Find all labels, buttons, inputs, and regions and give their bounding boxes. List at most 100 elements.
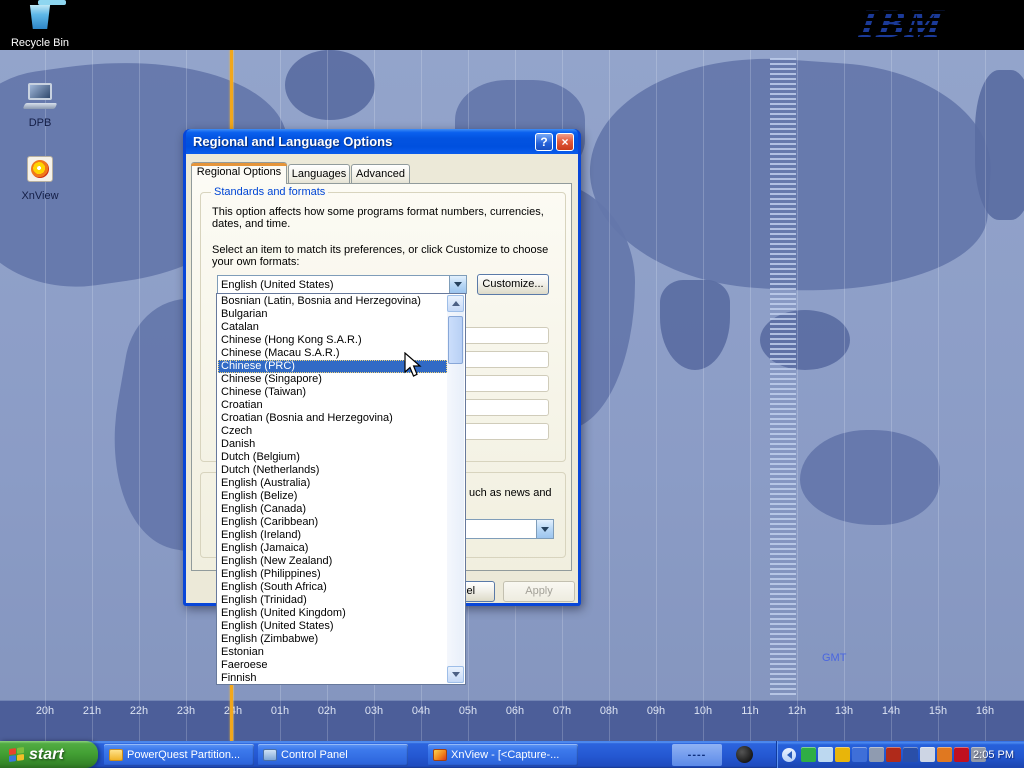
taskbar-task[interactable]: Control Panel <box>258 744 408 766</box>
chevron-down-icon[interactable] <box>536 520 553 538</box>
language-option[interactable]: English (Canada) <box>218 503 447 516</box>
start-button[interactable]: start <box>0 741 98 768</box>
tab-languages[interactable]: Languages <box>288 164 350 184</box>
language-list: Bosnian (Latin, Bosnia and Herzegovina)B… <box>218 295 447 683</box>
language-option[interactable]: English (Caribbean) <box>218 516 447 529</box>
language-option[interactable]: English (United States) <box>218 620 447 633</box>
control-panel-icon <box>263 749 277 761</box>
dialog-title: Regional and Language Options <box>193 134 532 149</box>
taskbar: start PowerQuest Partition... Control Pan… <box>0 741 1024 768</box>
tab-advanced[interactable]: Advanced <box>351 164 410 184</box>
language-option[interactable]: English (Ireland) <box>218 529 447 542</box>
tray-icon[interactable] <box>954 747 969 762</box>
scroll-up-button[interactable] <box>447 295 464 312</box>
timezone-label: 02h <box>313 705 341 717</box>
timezone-gridline <box>45 50 46 741</box>
timezone-label: 12h <box>783 705 811 717</box>
language-option[interactable]: Bosnian (Latin, Bosnia and Herzegovina) <box>218 295 447 308</box>
dialog-titlebar[interactable]: Regional and Language Options ? × <box>186 129 578 154</box>
tray-icon[interactable] <box>818 747 833 762</box>
tray-icon[interactable] <box>920 747 935 762</box>
windows-flag-icon <box>9 747 24 762</box>
language-option[interactable]: Estonian <box>218 646 447 659</box>
language-option[interactable]: English (South Africa) <box>218 581 447 594</box>
taskbar-toolbar[interactable]: ---- <box>672 744 722 766</box>
task-label: XnView - [<Capture-... <box>451 749 559 761</box>
timezone-label: 07h <box>548 705 576 717</box>
task-label: PowerQuest Partition... <box>127 749 240 761</box>
dropdown-scrollbar[interactable] <box>447 295 464 683</box>
language-option[interactable]: English (New Zealand) <box>218 555 447 568</box>
desktop-icon-dpb[interactable]: DPB <box>10 83 70 129</box>
taskbar-task[interactable]: PowerQuest Partition... <box>104 744 254 766</box>
timezone-gridline <box>750 50 751 741</box>
timezone-label: 05h <box>454 705 482 717</box>
language-option[interactable]: Chinese (Taiwan) <box>218 386 447 399</box>
timezone-label: 08h <box>595 705 623 717</box>
timezone-label: 21h <box>78 705 106 717</box>
ibm-logo: IBM <box>857 0 948 50</box>
language-option[interactable]: English (United Kingdom) <box>218 607 447 620</box>
language-option[interactable]: Danish <box>218 438 447 451</box>
tray-icon[interactable] <box>852 747 867 762</box>
language-option[interactable]: English (Belize) <box>218 490 447 503</box>
language-option[interactable]: Finnish <box>218 672 447 683</box>
language-option[interactable]: Chinese (Singapore) <box>218 373 447 386</box>
language-option[interactable]: Catalan <box>218 321 447 334</box>
taskbar-tool-icon[interactable] <box>736 746 753 763</box>
system-tray: 2:05 PM <box>776 741 1024 768</box>
timezone-label: 15h <box>924 705 952 717</box>
language-option[interactable]: Dutch (Belgium) <box>218 451 447 464</box>
timezone-label: 14h <box>877 705 905 717</box>
language-option[interactable]: Dutch (Netherlands) <box>218 464 447 477</box>
tray-icon[interactable] <box>886 747 901 762</box>
icon-label: XnView <box>10 190 70 202</box>
language-option[interactable]: Chinese (PRC) <box>218 360 447 373</box>
chevron-down-icon[interactable] <box>449 276 466 293</box>
language-option[interactable]: Bulgarian <box>218 308 447 321</box>
customize-button[interactable]: Customize... <box>477 274 549 295</box>
timezone-gridline <box>139 50 140 741</box>
language-option[interactable]: English (Australia) <box>218 477 447 490</box>
tray-icons <box>801 747 986 762</box>
timezone-label: 24h <box>219 705 247 717</box>
language-option[interactable]: Croatian (Bosnia and Herzegovina) <box>218 412 447 425</box>
format-select[interactable]: English (United States) <box>217 275 467 294</box>
scrollbar-thumb[interactable] <box>448 316 463 364</box>
taskbar-task[interactable]: XnView - [<Capture-... <box>428 744 578 766</box>
timezone-gridline <box>656 50 657 741</box>
timezone-gridline <box>92 50 93 741</box>
task-label: Control Panel <box>281 749 348 761</box>
tray-icon[interactable] <box>903 747 918 762</box>
tray-icon[interactable] <box>801 747 816 762</box>
scroll-down-button[interactable] <box>447 666 464 683</box>
close-button[interactable]: × <box>556 133 574 151</box>
tab-regional-options[interactable]: Regional Options <box>191 162 287 184</box>
taskbar-clock: 2:05 PM <box>973 741 1014 768</box>
timezone-gridline <box>797 50 798 741</box>
tray-icon[interactable] <box>937 747 952 762</box>
desktop-icon-recycle-bin[interactable]: Recycle Bin <box>10 5 70 49</box>
language-option[interactable]: Croatian <box>218 399 447 412</box>
language-option[interactable]: English (Jamaica) <box>218 542 447 555</box>
language-option[interactable]: Chinese (Macau S.A.R.) <box>218 347 447 360</box>
standards-description: This option affects how some programs fo… <box>212 206 554 230</box>
language-option[interactable]: English (Philippines) <box>218 568 447 581</box>
help-button[interactable]: ? <box>535 133 553 151</box>
tray-icon[interactable] <box>869 747 884 762</box>
desktop: 20h21h22h23h24h01h02h03h04h05h06h07h08h0… <box>0 0 1024 768</box>
xnview-app-icon <box>27 156 53 182</box>
timezone-label: 20h <box>31 705 59 717</box>
language-option[interactable]: Chinese (Hong Kong S.A.R.) <box>218 334 447 347</box>
timezone-label: 22h <box>125 705 153 717</box>
group-caption: Standards and formats <box>211 186 328 198</box>
timezone-label: 23h <box>172 705 200 717</box>
language-option[interactable]: English (Trinidad) <box>218 594 447 607</box>
timezone-label: 03h <box>360 705 388 717</box>
language-option[interactable]: Czech <box>218 425 447 438</box>
language-option[interactable]: Faeroese <box>218 659 447 672</box>
language-option[interactable]: English (Zimbabwe) <box>218 633 447 646</box>
tray-icon[interactable] <box>835 747 850 762</box>
tray-collapse-button[interactable] <box>782 748 796 762</box>
desktop-icon-xnview[interactable]: XnView <box>10 156 70 202</box>
